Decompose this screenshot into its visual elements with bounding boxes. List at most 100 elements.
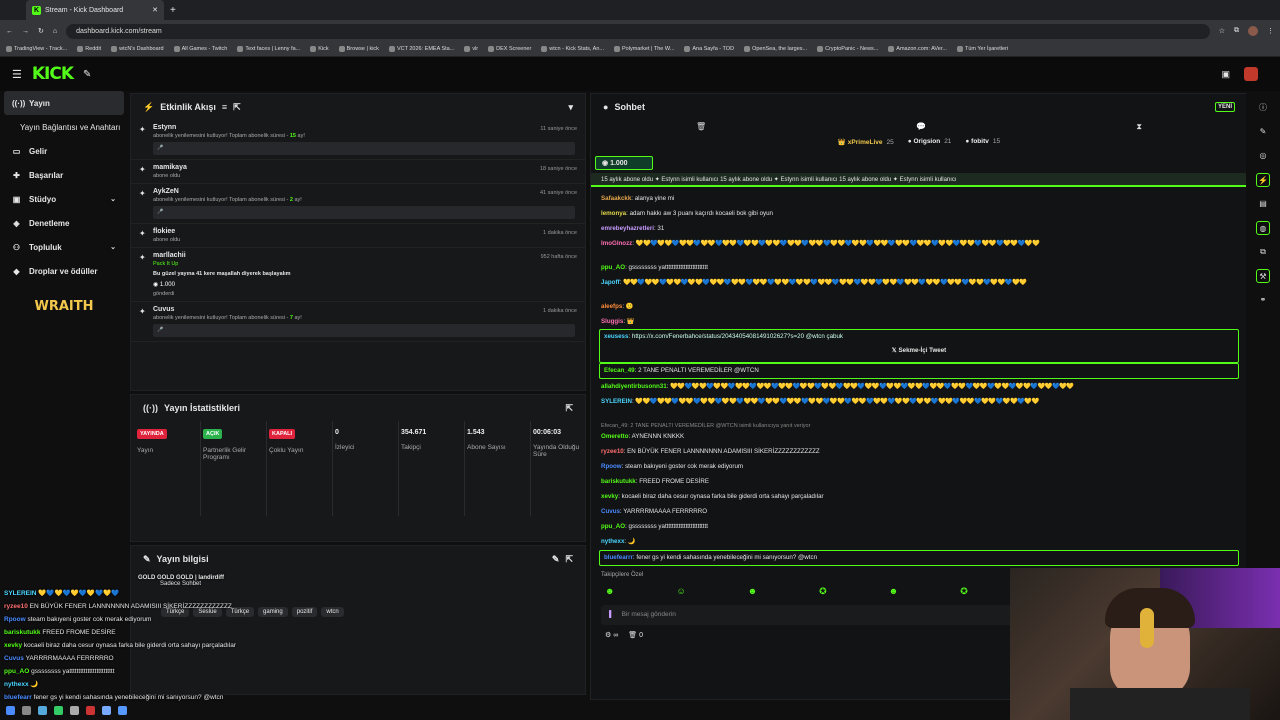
bookmark-item[interactable]: wtcn - Kick Stats, An...: [541, 46, 604, 52]
bookmark-item[interactable]: wtcN's Dashboard: [111, 46, 164, 52]
chat-username[interactable]: aleefps: [601, 303, 622, 310]
link-icon[interactable]: ⧉: [1256, 245, 1270, 259]
bookmark-item[interactable]: Polymarket | The W...: [614, 46, 674, 52]
hammer-icon[interactable]: ⚒: [1256, 269, 1270, 283]
bookmark-item[interactable]: Kick: [310, 46, 329, 52]
stream-tag[interactable]: Türkçe: [161, 607, 190, 617]
bookmark-item[interactable]: Text faces | Lenny fa...: [237, 46, 300, 52]
obs-icon[interactable]: [70, 705, 79, 715]
chat-icon[interactable]: ◍: [1256, 221, 1270, 235]
dropdown-icon[interactable]: ▾: [568, 102, 573, 113]
app-icon[interactable]: [86, 705, 95, 715]
mic-icon[interactable]: ▌: [609, 611, 614, 618]
kick-logo[interactable]: KICK: [32, 64, 74, 84]
document-icon[interactable]: ▤: [1256, 197, 1270, 211]
sidebar-item[interactable]: ((·)) Yayın: [4, 91, 124, 115]
share-icon[interactable]: ⚭: [1256, 293, 1270, 307]
chat-username[interactable]: Safaakckk: [601, 195, 631, 202]
close-tab-icon[interactable]: ✕: [152, 6, 158, 14]
stream-tag[interactable]: wtcn: [321, 607, 344, 617]
profile-avatar[interactable]: [1248, 26, 1258, 36]
pencil-icon[interactable]: ✎: [1256, 125, 1270, 139]
chat-username[interactable]: ppu_AO: [601, 523, 625, 530]
bookmark-item[interactable]: vlr: [464, 46, 478, 52]
browser-tab[interactable]: K Stream - Kick Dashboard ✕: [26, 0, 164, 20]
chevron-down-icon[interactable]: ⌄: [110, 243, 116, 251]
home-icon[interactable]: ⌂: [53, 28, 57, 35]
event-username[interactable]: AykZeN: [153, 188, 575, 195]
chat-username[interactable]: nythexx: [601, 538, 624, 545]
filter-icon[interactable]: ≡: [222, 102, 227, 112]
user-avatar[interactable]: [1244, 67, 1258, 81]
bookmark-item[interactable]: VCT 2026: EMEA Sta...: [388, 46, 454, 52]
edit-icon[interactable]: ✎: [552, 554, 560, 565]
sidebar-item[interactable]: ⚇ Topluluk ⌄: [0, 235, 128, 259]
stream-tag[interactable]: pozitif: [291, 607, 318, 617]
top-gifter[interactable]: ● Origsion 21: [908, 138, 952, 146]
chat-username[interactable]: bluefearrr: [604, 554, 633, 561]
chat-icon[interactable]: 💬: [916, 122, 926, 132]
chat-username[interactable]: xevky: [601, 493, 618, 500]
sidebar-item[interactable]: ◆ Droplar ve ödüller: [0, 259, 128, 283]
bookmark-item[interactable]: All Games - Twitch: [173, 46, 227, 52]
chat-username[interactable]: lemonya: [601, 210, 626, 217]
event-username[interactable]: marllachii: [153, 252, 575, 259]
chrome-icon[interactable]: [54, 705, 63, 715]
event-username[interactable]: Estynn: [153, 124, 575, 131]
settings-icon[interactable]: ⚙ ∞: [605, 631, 618, 639]
emote-icon[interactable]: ☻: [605, 586, 614, 597]
chevron-down-icon[interactable]: ⌄: [110, 195, 116, 203]
chat-username[interactable]: Omeretto: [601, 433, 629, 440]
reload-icon[interactable]: ↻: [38, 27, 44, 35]
bookmark-item[interactable]: Browse | kick: [338, 46, 379, 52]
back-icon[interactable]: ←: [6, 28, 13, 35]
bookmark-star-icon[interactable]: ☆: [1219, 27, 1225, 35]
chat-username[interactable]: bariskutukk: [601, 478, 636, 485]
chat-username[interactable]: Japoff: [601, 279, 620, 286]
bookmark-item[interactable]: Amazon.com: AVer...: [888, 46, 947, 52]
emote-icon[interactable]: ✪: [819, 586, 827, 597]
stream-tag[interactable]: gaming: [258, 607, 288, 617]
sidebar-item[interactable]: ✚ Başarılar: [0, 163, 128, 187]
trash-icon[interactable]: 🗑: [696, 122, 706, 132]
steam-icon[interactable]: [118, 705, 127, 715]
sponsor-logo[interactable]: WRAITH: [0, 299, 128, 314]
bookmark-item[interactable]: CryptoPanic - News...: [817, 46, 878, 52]
chat-username[interactable]: ImoGlnozz: [601, 240, 632, 247]
chat-username[interactable]: Efecan_49: [604, 367, 635, 374]
pin-icon[interactable]: ✎: [83, 69, 91, 80]
info-icon[interactable]: ⓘ: [1256, 101, 1270, 115]
event-username[interactable]: mamikaya: [153, 164, 575, 171]
sidebar-item[interactable]: ▣ Stüdyo ⌄: [0, 187, 128, 211]
chat-new-button[interactable]: YENİ: [1214, 102, 1235, 112]
chat-username[interactable]: SYLEREIN: [601, 398, 632, 405]
chat-username[interactable]: Rpoow: [601, 463, 622, 470]
bookmark-item[interactable]: DEX Screener: [488, 46, 531, 52]
explorer-icon[interactable]: [38, 705, 47, 715]
new-tab-icon[interactable]: +: [170, 5, 176, 16]
bolt-icon[interactable]: ⚡: [1256, 173, 1270, 187]
emote-icon[interactable]: ✪: [960, 586, 968, 597]
chat-username[interactable]: Sluggis: [601, 318, 623, 325]
top-gifter[interactable]: 👑 xPrimeLive 25: [838, 138, 894, 146]
chat-username[interactable]: Cuvus: [601, 508, 620, 515]
search-icon[interactable]: [22, 705, 31, 715]
chat-username[interactable]: emrebeyhazretleri: [601, 225, 654, 232]
chat-username[interactable]: ryzee10: [601, 448, 624, 455]
extensions-icon[interactable]: ⧉: [1234, 27, 1239, 35]
forward-icon[interactable]: →: [22, 28, 29, 35]
stream-tag[interactable]: Türkçe: [225, 607, 255, 617]
event-username[interactable]: flokiee: [153, 228, 575, 235]
popout-icon[interactable]: ⇱: [565, 554, 573, 565]
menu-icon[interactable]: ⋮: [1267, 27, 1274, 35]
url-field[interactable]: dashboard.kick.com/stream: [66, 23, 1210, 39]
bookmark-item[interactable]: Tüm Yer İşaretleri: [956, 46, 1008, 52]
bookmark-item[interactable]: Ana Sayfa - TOD: [684, 46, 734, 52]
chat-username[interactable]: allahdiyentirbusonn31: [601, 383, 667, 390]
discord-icon[interactable]: [102, 705, 111, 715]
bookmark-item[interactable]: Reddit: [77, 46, 101, 52]
sidebar-item[interactable]: ▭ Gelir: [0, 139, 128, 163]
emote-icon[interactable]: ☻: [889, 586, 898, 597]
bookmark-item[interactable]: TradingView - Track...: [6, 46, 67, 52]
event-username[interactable]: Cuvus: [153, 306, 575, 313]
